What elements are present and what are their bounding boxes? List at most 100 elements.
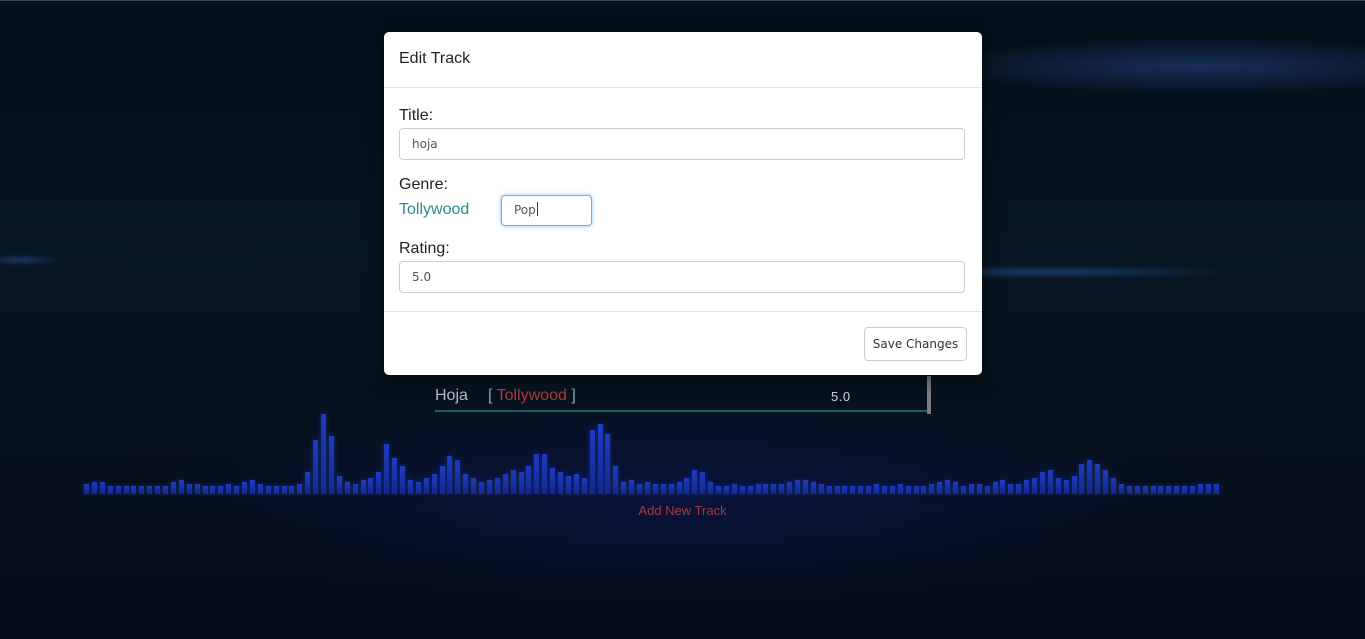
track-list: Hoja [ Tollywood ] 5.0 xyxy=(435,376,931,414)
visualizer-bar xyxy=(336,476,342,494)
visualizer-bar xyxy=(755,484,761,494)
visualizer-bar xyxy=(131,486,137,494)
visualizer-bar xyxy=(1000,480,1006,494)
visualizer-bar xyxy=(984,486,990,494)
genre-bracket-close: ] xyxy=(571,387,576,404)
visualizer-bar xyxy=(139,486,145,494)
visualizer-bar xyxy=(1174,486,1180,494)
visualizer-bar xyxy=(502,474,508,494)
visualizer-bar xyxy=(842,486,848,494)
visualizer-bar xyxy=(1111,478,1116,494)
visualizer-bar xyxy=(953,482,958,494)
visualizer-bar xyxy=(1166,486,1172,494)
visualizer-bar xyxy=(660,484,666,494)
visualizer-bar xyxy=(400,466,405,494)
modal-header: Edit Track xyxy=(384,32,982,88)
visualizer-bar xyxy=(779,484,785,494)
visualizer-bar xyxy=(826,486,832,494)
visualizer-bar xyxy=(921,486,927,494)
modal-footer: Save Changes xyxy=(384,312,982,376)
visualizer-bar xyxy=(621,482,627,494)
visualizer-bar xyxy=(1205,484,1211,494)
visualizer-bar xyxy=(471,478,477,494)
title-input[interactable] xyxy=(399,128,965,160)
visualizer-bar xyxy=(1047,470,1053,494)
visualizer-bar xyxy=(644,482,650,494)
visualizer-bar xyxy=(439,466,445,494)
title-label: Title: xyxy=(399,107,434,124)
visualizer-bar xyxy=(692,470,698,494)
visualizer-bar xyxy=(913,486,919,494)
visualizer-bar xyxy=(992,482,998,494)
visualizer-bar xyxy=(802,480,808,494)
visualizer-bar xyxy=(787,482,793,494)
visualizer-bar xyxy=(960,486,966,494)
visualizer-bar xyxy=(731,484,737,494)
visualizer-bar xyxy=(526,466,532,494)
save-changes-button[interactable]: Save Changes xyxy=(864,327,967,361)
visualizer-bar xyxy=(455,460,461,494)
visualizer-bar xyxy=(84,484,89,494)
visualizer-bar xyxy=(771,484,777,494)
visualizer-bar xyxy=(629,480,635,494)
add-new-track-link[interactable]: Add New Track xyxy=(0,503,1365,518)
visualizer-bar xyxy=(1118,484,1124,494)
visualizer-bar xyxy=(652,484,658,494)
visualizer-bar xyxy=(810,482,816,494)
visualizer-bar xyxy=(905,486,911,494)
visualizer-bar xyxy=(589,430,595,494)
visualizer-bar xyxy=(202,486,208,494)
visualizer-bar xyxy=(194,484,200,494)
visualizer-bar xyxy=(1150,486,1156,494)
visualizer-bar xyxy=(510,470,516,494)
visualizer-bar xyxy=(534,454,540,494)
visualizer-bar xyxy=(1197,484,1203,494)
visualizer-bar xyxy=(518,472,524,494)
visualizer-bar xyxy=(1103,470,1109,494)
visualizer-bar xyxy=(297,484,303,494)
rating-label: Rating: xyxy=(399,240,450,257)
visualizer-bar xyxy=(1142,486,1148,494)
visualizer-bar xyxy=(352,484,358,494)
track-list-scrollbar[interactable] xyxy=(927,376,931,414)
visualizer-bar xyxy=(384,444,390,494)
visualizer-bar xyxy=(344,482,350,494)
visualizer-bar xyxy=(163,486,168,494)
visualizer-bar xyxy=(486,480,492,494)
visualizer-bar xyxy=(1079,464,1085,494)
visualizer-bar xyxy=(147,486,153,494)
visualizer-bar xyxy=(739,486,745,494)
visualizer-bar xyxy=(945,480,951,494)
visualizer-bar xyxy=(289,486,295,494)
visualizer-bar xyxy=(210,486,216,494)
visualizer-bar xyxy=(123,486,129,494)
visualizer-bar xyxy=(613,466,619,494)
visualizer-bar xyxy=(1039,472,1045,494)
visualizer-bar xyxy=(605,434,611,494)
visualizer-bar xyxy=(249,480,255,494)
track-row[interactable]: Hoja [ Tollywood ] 5.0 xyxy=(435,384,927,412)
genre-input[interactable]: Pop xyxy=(501,195,592,226)
visualizer-bar xyxy=(265,486,271,494)
track-genre-name: Tollywood xyxy=(496,387,567,404)
rating-input[interactable] xyxy=(399,261,965,293)
visualizer-bar xyxy=(558,472,563,494)
visualizer-bar xyxy=(881,486,887,494)
visualizer-bar xyxy=(170,482,176,494)
visualizer-bar xyxy=(257,484,263,494)
visualizer-bar xyxy=(415,482,421,494)
modal-body: Title: Genre: Tollywood Pop Rating: xyxy=(384,88,982,312)
visualizer-bar xyxy=(368,478,374,494)
track-rating: 5.0 xyxy=(831,389,851,404)
visualizer-bar xyxy=(305,472,311,494)
visualizer-bar xyxy=(1024,480,1030,494)
visualizer-bar xyxy=(376,472,382,494)
visualizer-bar xyxy=(1008,484,1014,494)
genre-bracket-open: [ xyxy=(488,387,493,404)
visualizer-bar xyxy=(178,480,184,494)
track-genre: [ Tollywood ] xyxy=(488,387,576,405)
visualizer-bar xyxy=(107,486,113,494)
current-genre: Tollywood xyxy=(399,201,470,218)
edit-track-modal: Edit Track Title: Genre: Tollywood Pop R… xyxy=(384,32,982,375)
visualizer-bar xyxy=(684,478,690,494)
